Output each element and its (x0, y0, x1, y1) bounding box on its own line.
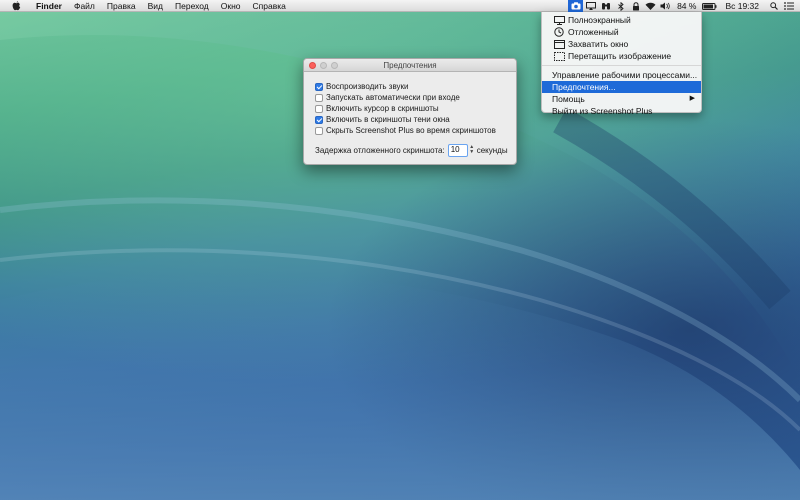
menu-view[interactable]: Вид (142, 0, 169, 12)
option-launch-at-login[interactable]: Запускать автоматически при входе (315, 92, 496, 103)
menu-item-label: Отложенный (568, 27, 619, 37)
checkbox[interactable] (315, 93, 323, 102)
lock-icon[interactable] (628, 0, 643, 12)
menu-item-preferences[interactable]: Предпочтения... (542, 81, 701, 93)
menu-file[interactable]: Файл (68, 0, 101, 12)
menu-item-help[interactable]: Помощь ▶ (542, 93, 701, 105)
checkbox[interactable] (315, 82, 323, 91)
notification-center-icon[interactable] (781, 0, 796, 12)
menu-help[interactable]: Справка (247, 0, 292, 12)
status-bar: 84 % Вс 19:32 (568, 0, 800, 12)
display-mirror-icon[interactable] (583, 0, 598, 12)
menu-item-delayed[interactable]: Отложенный (542, 26, 701, 38)
option-window-shadows[interactable]: Включить в скриншоты тени окна (315, 114, 496, 125)
dashed-rect-icon (553, 51, 565, 61)
monitor-icon (553, 15, 565, 25)
delay-setting: Задержка отложенного скриншота: 10 ▲ ▼ с… (315, 143, 508, 157)
volume-icon[interactable] (658, 0, 673, 12)
option-play-sounds[interactable]: Воспроизводить звуки (315, 81, 496, 92)
clock-icon (553, 27, 565, 37)
menu-item-label: Полноэкранный (568, 15, 631, 25)
menu-item-drag-image[interactable]: Перетащить изображение (542, 50, 701, 62)
menu-item-manage-workflows[interactable]: Управление рабочими процессами... (542, 69, 701, 81)
clock[interactable]: Вс 19:32 (718, 0, 766, 12)
bluetooth-icon[interactable] (613, 0, 628, 12)
option-label: Включить в скриншоты тени окна (326, 115, 450, 124)
apple-logo-icon[interactable] (10, 0, 22, 12)
stepper-down-icon[interactable]: ▼ (469, 150, 474, 155)
battery-percent: 84 % (677, 1, 697, 11)
checkbox[interactable] (315, 115, 323, 124)
close-button[interactable] (309, 62, 316, 69)
menu-item-label: Перетащить изображение (568, 51, 672, 61)
window-title: Предпочтения (383, 61, 437, 70)
menu-window[interactable]: Окно (215, 0, 247, 12)
checkbox[interactable] (315, 104, 323, 113)
option-include-cursor[interactable]: Включить курсор в скриншоты (315, 103, 496, 114)
preferences-window: Предпочтения Воспроизводить звуки Запуск… (303, 58, 517, 165)
menu-bar: Finder Файл Правка Вид Переход Окно Спра… (0, 0, 800, 12)
screenshot-plus-menu: Полноэкранный Отложенный Захватить окно … (541, 12, 702, 116)
submenu-arrow-icon: ▶ (689, 95, 695, 102)
menu-go[interactable]: Переход (169, 0, 215, 12)
option-label: Воспроизводить звуки (326, 82, 409, 91)
spotlight-icon[interactable] (766, 0, 781, 12)
menu-separator (542, 65, 701, 66)
menu-item-capture-window[interactable]: Захватить окно (542, 38, 701, 50)
delay-label: Задержка отложенного скриншота: (315, 145, 445, 155)
option-label: Включить курсор в скриншоты (326, 104, 439, 113)
checkbox[interactable] (315, 126, 323, 135)
option-hide-during-capture[interactable]: Скрыть Screenshot Plus во время скриншот… (315, 125, 496, 136)
menu-item-fullscreen[interactable]: Полноэкранный (542, 14, 701, 26)
window-icon (553, 39, 565, 49)
option-label: Запускать автоматически при входе (326, 93, 460, 102)
options-list: Воспроизводить звуки Запускать автоматич… (315, 81, 496, 136)
window-titlebar[interactable]: Предпочтения (304, 59, 516, 72)
menu-finder[interactable]: Finder (30, 0, 68, 12)
battery-icon[interactable] (700, 0, 718, 12)
option-label: Скрыть Screenshot Plus во время скриншот… (326, 126, 496, 135)
delay-stepper[interactable]: ▲ ▼ (469, 144, 475, 156)
zoom-button[interactable] (331, 62, 338, 69)
menu-edit[interactable]: Правка (101, 0, 142, 12)
menu-item-label: Захватить окно (568, 39, 629, 49)
delay-input[interactable]: 10 (447, 143, 468, 157)
minimize-button[interactable] (320, 62, 327, 69)
wifi-icon[interactable] (643, 0, 658, 12)
menu-item-label: Помощь (552, 94, 585, 104)
screenshot-plus-icon[interactable] (568, 0, 584, 12)
delay-units: секунды (476, 145, 508, 155)
binoculars-icon[interactable] (598, 0, 613, 12)
menu-item-quit[interactable]: Выйти из Screenshot Plus (542, 105, 701, 117)
